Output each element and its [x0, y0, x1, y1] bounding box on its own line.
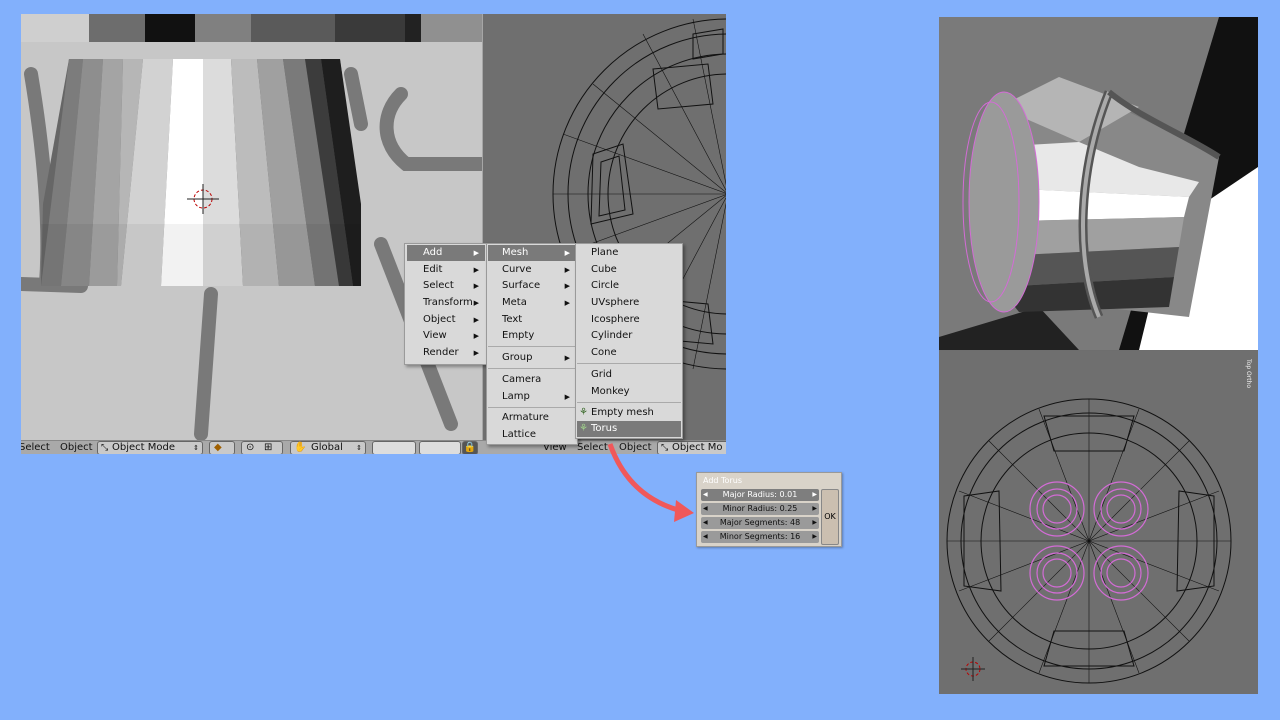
orientation-label: Global — [311, 442, 343, 453]
menu-item-camera[interactable]: Camera — [488, 372, 576, 388]
menu-separator — [488, 346, 576, 347]
menu-item-empty-mesh[interactable]: ⚘ Empty mesh — [577, 405, 681, 421]
orientation-dropdown[interactable]: ✋ Global ⇕ — [290, 441, 366, 454]
minor-radius-field[interactable]: ◀ Minor Radius: 0.25 ▶ — [701, 503, 819, 515]
manipulator-icon: ⊞ — [264, 442, 273, 453]
submenu-arrow-icon: ▶ — [473, 299, 479, 307]
menu-item-mesh[interactable]: Mesh ▶ — [488, 245, 576, 261]
submenu-arrow-icon: ▶ — [473, 332, 479, 340]
submenu-arrow-icon: ▶ — [564, 354, 570, 362]
draw-type-dropdown[interactable]: ◆ — [209, 441, 235, 454]
lock-icon[interactable]: 🔒 — [462, 441, 478, 454]
3d-cursor-icon — [961, 657, 985, 681]
menu-separator — [577, 363, 681, 364]
menu-item-group[interactable]: Group ▶ — [488, 350, 576, 366]
add-torus-dialog: Add Torus ◀ Major Radius: 0.01 ▶ ◀ Minor Ra… — [696, 472, 842, 547]
menu-item-icosphere[interactable]: Icosphere — [577, 312, 681, 328]
mode-label: Object Mode — [112, 442, 175, 453]
torus-render-scene — [939, 17, 1258, 350]
menu-item-monkey[interactable]: Monkey — [577, 384, 681, 400]
toolbox-menu: Add ▶ Edit ▶ Select ▶ Transform ▶ Object ▶ Vi… — [404, 243, 488, 365]
menu-item-lattice[interactable]: Lattice — [488, 427, 576, 443]
menu-item-cone[interactable]: Cone — [577, 345, 681, 361]
submenu-arrow-icon: ▶ — [473, 249, 479, 257]
menu-item-object[interactable]: Object ▶ — [407, 312, 485, 328]
menu-item-view[interactable]: View ▶ — [407, 328, 485, 344]
right-screenshot: Top Ortho — [939, 17, 1258, 694]
hand-icon: ✋ — [294, 442, 307, 453]
menu-item-meta[interactable]: Meta ▶ — [488, 295, 576, 311]
object-mode-icon: ⤡ — [101, 443, 109, 453]
major-radius-field[interactable]: ◀ Major Radius: 0.01 ▶ — [701, 489, 819, 501]
menu-item-edit[interactable]: Edit ▶ — [407, 262, 485, 278]
pivot-buttons[interactable]: ⊙ ⊞ — [241, 441, 283, 454]
menu-item-uvsphere[interactable]: UVsphere — [577, 295, 681, 311]
menu-item-lamp[interactable]: Lamp ▶ — [488, 389, 576, 405]
header-object-menu[interactable]: Object — [60, 442, 93, 454]
submenu-arrow-icon: ▶ — [473, 349, 479, 357]
menu-item-surface[interactable]: Surface ▶ — [488, 278, 576, 294]
menu-separator — [488, 368, 576, 369]
menu-item-curve[interactable]: Curve ▶ — [488, 262, 576, 278]
submenu-arrow-icon: ▶ — [564, 282, 570, 290]
menu-item-cube[interactable]: Cube — [577, 262, 681, 278]
major-segments-field[interactable]: ◀ Major Segments: 48 ▶ — [701, 517, 819, 529]
menu-item-empty[interactable]: Empty — [488, 328, 576, 344]
menu-item-render[interactable]: Render ▶ — [407, 345, 485, 361]
menu-item-select[interactable]: Select ▶ — [407, 278, 485, 294]
menu-item-cylinder[interactable]: Cylinder — [577, 328, 681, 344]
layer-buttons-a[interactable] — [372, 441, 416, 454]
submenu-arrow-icon: ▶ — [564, 266, 570, 274]
menu-separator — [488, 407, 576, 408]
python-script-icon: ⚘ — [579, 423, 588, 434]
shading-icon: ◆ — [214, 442, 222, 453]
perspective-scene — [21, 14, 482, 440]
dialog-title: Add Torus — [703, 476, 742, 485]
layer-buttons-b[interactable] — [419, 441, 461, 454]
perspective-render-view[interactable] — [939, 17, 1258, 350]
submenu-arrow-icon: ▶ — [564, 393, 570, 401]
menu-item-transform[interactable]: Transform ▶ — [407, 295, 485, 311]
menu-item-plane[interactable]: Plane — [577, 245, 681, 261]
add-submenu: Mesh ▶ Curve ▶ Surface ▶ Meta ▶ Text Empty G… — [486, 243, 578, 445]
menu-separator — [577, 402, 681, 403]
chevron-updown-icon: ⇕ — [356, 444, 362, 452]
menu-item-armature[interactable]: Armature — [488, 410, 576, 426]
view-label: Top Ortho — [1245, 359, 1252, 389]
submenu-arrow-icon: ▶ — [473, 316, 479, 324]
top-ortho-view[interactable]: Top Ortho — [939, 351, 1258, 694]
submenu-arrow-icon: ▶ — [473, 266, 479, 274]
mode-dropdown[interactable]: Object Mode ⤡ ⇕ — [97, 441, 203, 454]
menu-item-add[interactable]: Add ▶ — [407, 245, 485, 261]
ok-button[interactable]: OK — [821, 489, 839, 545]
menu-item-text[interactable]: Text — [488, 312, 576, 328]
python-script-icon: ⚘ — [579, 407, 588, 418]
top-ortho-scene — [946, 398, 1232, 684]
header-select-menu[interactable]: Select — [21, 442, 50, 454]
pivot-icon: ⊙ — [246, 442, 255, 453]
curved-arrow-icon — [607, 443, 694, 522]
menu-item-circle[interactable]: Circle — [577, 278, 681, 294]
submenu-arrow-icon: ▶ — [564, 249, 570, 257]
submenu-arrow-icon: ▶ — [473, 282, 479, 290]
menu-item-grid[interactable]: Grid — [577, 367, 681, 383]
submenu-arrow-icon: ▶ — [564, 299, 570, 307]
chevron-updown-icon: ⇕ — [193, 444, 199, 452]
perspective-viewport[interactable] — [21, 14, 482, 440]
mesh-submenu: Plane Cube Circle UVsphere Icosphere Cyl… — [575, 243, 683, 439]
minor-segments-field[interactable]: ◀ Minor Segments: 16 ▶ — [701, 531, 819, 543]
